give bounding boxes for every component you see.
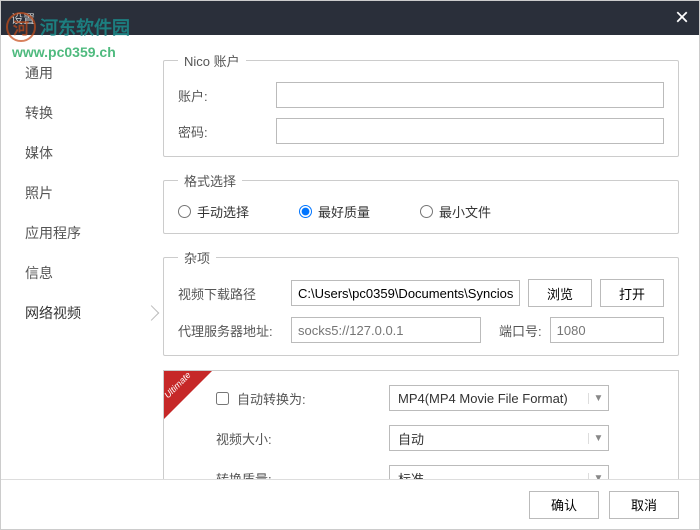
open-button[interactable]: 打开: [600, 279, 664, 307]
format-legend: 格式选择: [178, 171, 242, 190]
chevron-down-icon: ▼: [588, 473, 604, 480]
footer: 确认 取消: [1, 479, 699, 529]
sidebar-item-media[interactable]: 媒体: [1, 133, 151, 173]
sidebar-item-convert[interactable]: 转换: [1, 93, 151, 133]
sidebar-item-general[interactable]: 通用: [1, 53, 151, 93]
misc-legend: 杂项: [178, 248, 216, 267]
quality-label: 转换质量:: [216, 469, 381, 480]
window-title: 设置: [11, 10, 35, 27]
radio-manual[interactable]: 手动选择: [178, 202, 249, 221]
ultimate-group: Ultimate 自动转换为: MP4(MP4 Movie File Forma…: [163, 370, 679, 479]
download-path-input[interactable]: [291, 280, 520, 306]
ok-button[interactable]: 确认: [529, 491, 599, 519]
sidebar-item-apps[interactable]: 应用程序: [1, 213, 151, 253]
chevron-down-icon: ▼: [588, 433, 604, 444]
port-label: 端口号:: [499, 321, 542, 340]
sidebar-item-photo[interactable]: 照片: [1, 173, 151, 213]
port-input[interactable]: [550, 317, 664, 343]
user-label: 账户:: [178, 86, 268, 105]
ultimate-ribbon-icon: Ultimate: [164, 371, 212, 419]
sidebar: 通用 转换 媒体 照片 应用程序 信息 网络视频: [1, 35, 151, 479]
cancel-button[interactable]: 取消: [609, 491, 679, 519]
format-select[interactable]: MP4(MP4 Movie File Format) ▼: [389, 385, 609, 411]
pass-label: 密码:: [178, 122, 268, 141]
sidebar-item-info[interactable]: 信息: [1, 253, 151, 293]
main-panel: Nico 账户 账户: 密码: 格式选择 手动选择 最好质量: [151, 35, 699, 479]
nico-account-group: Nico 账户 账户: 密码:: [163, 51, 679, 157]
close-icon[interactable]: ×: [675, 6, 689, 30]
sidebar-item-online-video[interactable]: 网络视频: [1, 293, 151, 333]
proxy-label: 代理服务器地址:: [178, 321, 283, 340]
size-label: 视频大小:: [216, 429, 381, 448]
download-path-label: 视频下载路径: [178, 284, 283, 303]
user-input[interactable]: [276, 82, 664, 108]
radio-min-file[interactable]: 最小文件: [420, 202, 491, 221]
proxy-input[interactable]: [291, 317, 481, 343]
titlebar: 设置 ×: [1, 1, 699, 35]
format-group: 格式选择 手动选择 最好质量 最小文件: [163, 171, 679, 234]
quality-select[interactable]: 标准 ▼: [389, 465, 609, 479]
account-legend: Nico 账户: [178, 51, 246, 70]
auto-convert-checkbox[interactable]: 自动转换为:: [216, 389, 381, 408]
misc-group: 杂项 视频下载路径 浏览 打开 代理服务器地址: 端口号:: [163, 248, 679, 356]
pass-input[interactable]: [276, 118, 664, 144]
radio-best-quality[interactable]: 最好质量: [299, 202, 370, 221]
size-select[interactable]: 自动 ▼: [389, 425, 609, 451]
browse-button[interactable]: 浏览: [528, 279, 592, 307]
chevron-down-icon: ▼: [588, 393, 604, 404]
